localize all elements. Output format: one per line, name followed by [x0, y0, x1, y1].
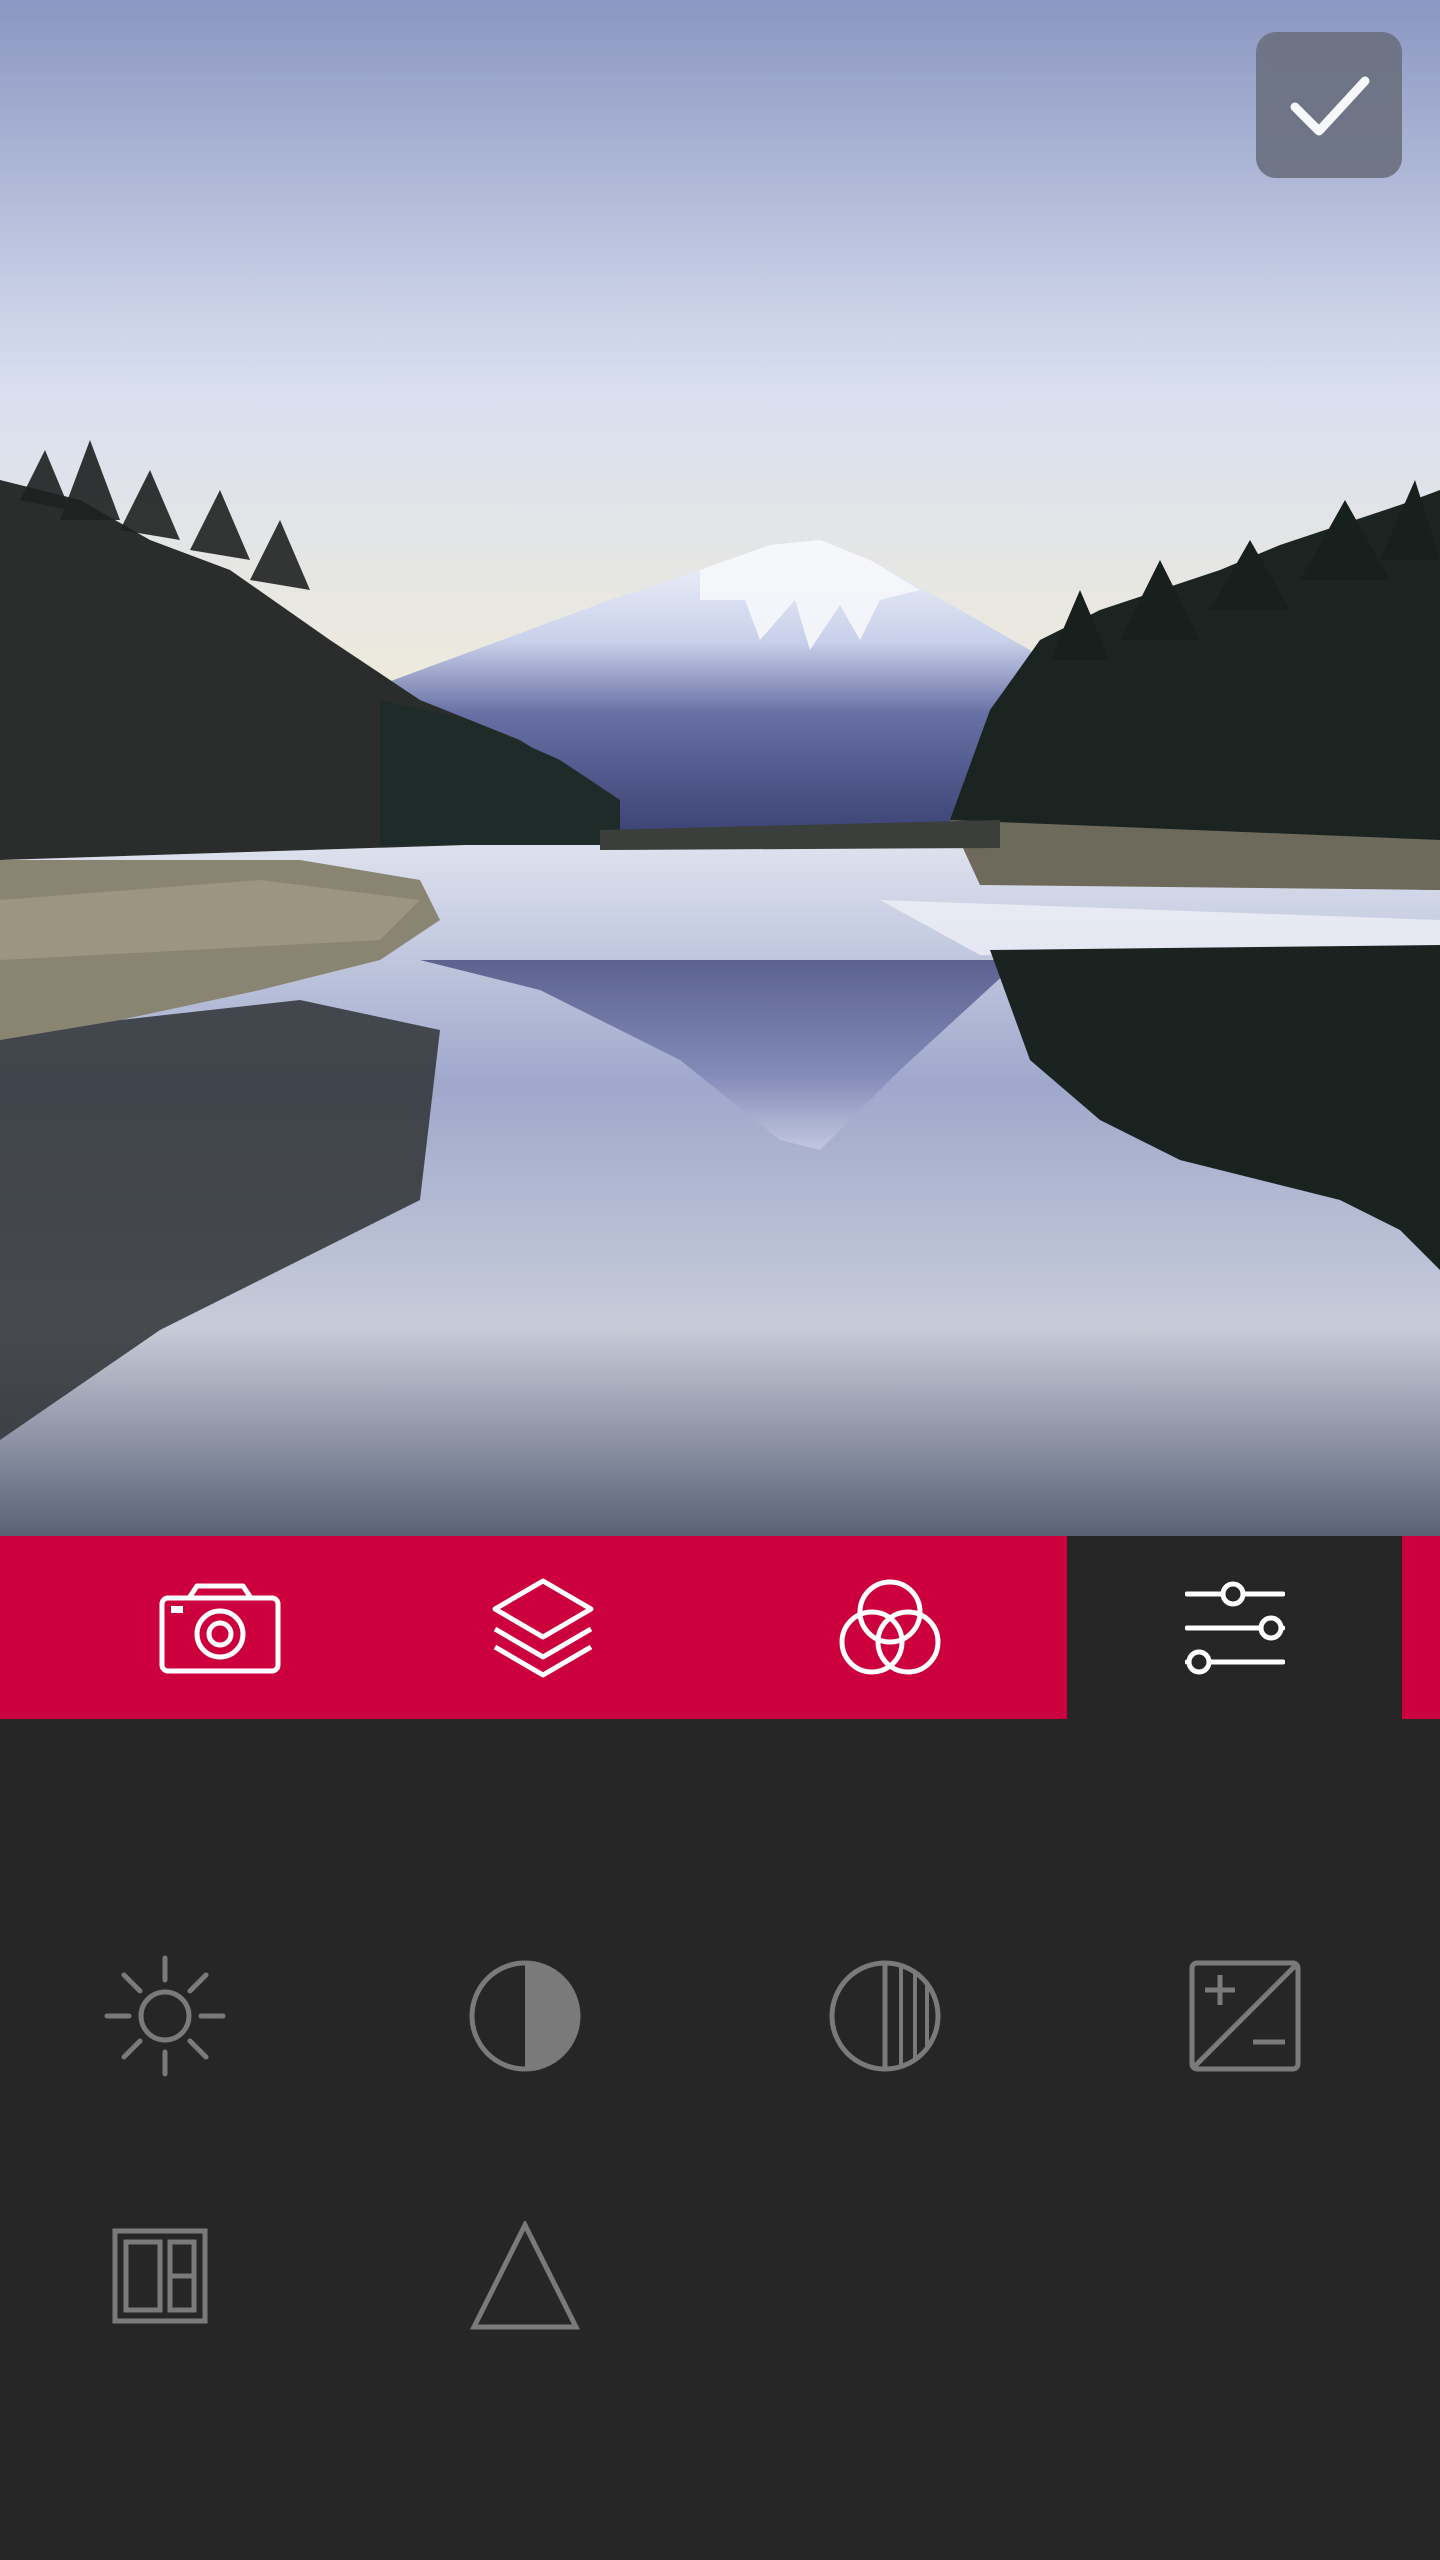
photo-canvas	[0, 0, 1440, 1536]
vignette-tool[interactable]	[70, 2186, 250, 2366]
striped-circle-icon	[829, 1960, 941, 2072]
editor-toolbar	[0, 1536, 1440, 1719]
camera-icon	[159, 1583, 281, 1673]
triangle-icon	[470, 2221, 580, 2330]
exposure-tool[interactable]	[1155, 1926, 1335, 2106]
layers-icon	[492, 1578, 594, 1677]
adjust-tools-panel	[0, 1719, 1440, 2560]
confirm-button[interactable]	[1256, 32, 1402, 178]
sliders-icon	[1184, 1581, 1285, 1674]
brightness-tool[interactable]	[75, 1926, 255, 2106]
tab-filters[interactable]	[790, 1536, 990, 1719]
checkmark-icon	[1290, 76, 1370, 136]
contrast-tool[interactable]	[435, 1926, 615, 2106]
tab-layers[interactable]	[443, 1536, 643, 1719]
panels-icon	[112, 2228, 208, 2324]
saturation-tool[interactable]	[795, 1926, 975, 2106]
tab-camera[interactable]	[120, 1536, 320, 1719]
tab-adjust[interactable]	[1067, 1536, 1402, 1719]
plus-minus-icon	[1189, 1960, 1301, 2072]
sharpen-tool[interactable]	[435, 2186, 615, 2366]
filters-icon	[839, 1579, 941, 1674]
sun-icon	[104, 1955, 226, 2077]
half-circle-icon	[469, 1960, 581, 2072]
